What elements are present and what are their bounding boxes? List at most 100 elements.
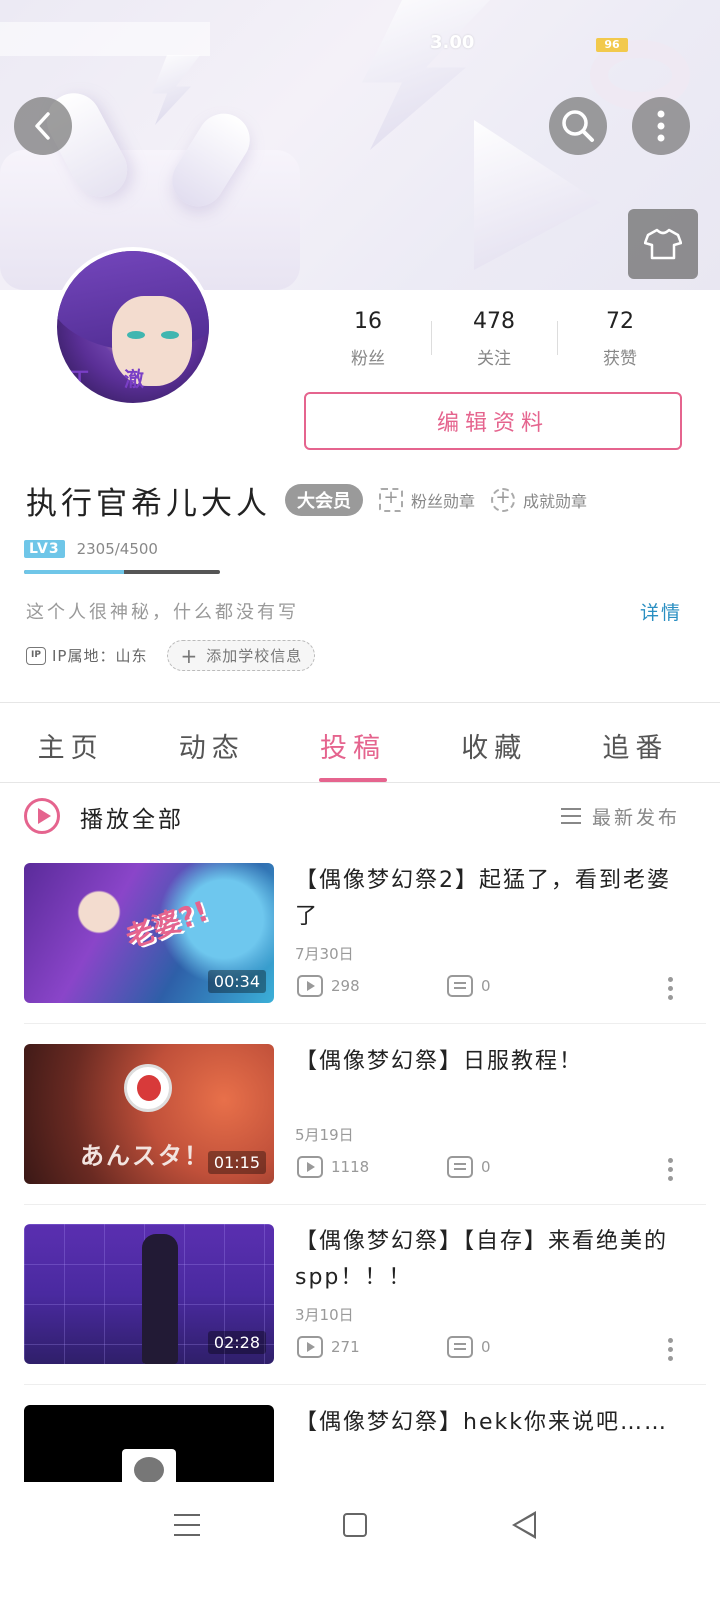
video-views: 1118 (297, 1156, 369, 1178)
comment-count: 0 (481, 1338, 491, 1356)
level-badge: LV3 (24, 540, 65, 558)
more-vertical-icon (657, 110, 665, 142)
video-date: 5月19日 (295, 1126, 354, 1144)
tab-uploads[interactable]: 投稿 (282, 704, 423, 782)
profile-banner: 3.00 96 (0, 0, 720, 290)
video-thumbnail[interactable]: 02:28 (24, 1224, 274, 1364)
video-duration: 00:34 (207, 970, 266, 993)
view-count: 298 (331, 977, 360, 995)
play-all-icon[interactable] (24, 798, 60, 834)
divider (0, 782, 720, 783)
stat-label: 粉丝 (351, 349, 385, 369)
avatar-watermark: 丁 澈 宝 (69, 367, 158, 403)
theme-button[interactable] (628, 209, 698, 279)
avatar-eye (161, 331, 179, 339)
more-vertical-icon[interactable] (666, 1158, 674, 1184)
back-triangle-icon[interactable] (512, 1511, 536, 1539)
stat-value: 478 (473, 309, 515, 334)
play-all-button[interactable]: 播放全部 (80, 800, 184, 834)
video-date: 3月10日 (295, 1306, 354, 1324)
search-button[interactable] (549, 97, 607, 155)
view-count: 1118 (331, 1158, 370, 1176)
tab-favorites[interactable]: 收藏 (424, 704, 565, 782)
back-button[interactable] (14, 97, 72, 155)
tshirt-icon (644, 228, 682, 260)
comment-icon (447, 975, 473, 997)
play-count-icon (297, 1156, 323, 1178)
stat-label: 关注 (477, 349, 511, 369)
video-duration: 02:28 (207, 1331, 266, 1354)
detail-link[interactable]: 详情 (640, 598, 682, 625)
network-speed: 3.00 (430, 32, 475, 53)
video-item[interactable]: 02:28 【偶像梦幻祭】【自存】来看绝美的spp！！！ 3月10日 271 0 (0, 1224, 706, 1404)
tab-dynamics[interactable]: 动态 (141, 704, 282, 782)
avatar-eye (127, 331, 145, 339)
add-achievement-icon (491, 487, 516, 512)
divider (0, 702, 720, 703)
fan-medal-button[interactable]: 粉丝勋章 (379, 487, 476, 512)
thumbnail-figure (142, 1234, 178, 1364)
play-count-icon (297, 975, 323, 997)
video-thumbnail[interactable] (24, 1405, 274, 1482)
divider (24, 1023, 706, 1024)
video-thumbnail[interactable]: あんスタ！ 01:15 (24, 1044, 274, 1184)
tab-home[interactable]: 主页 (0, 704, 141, 782)
exp-text: 2305/4500 (76, 540, 158, 558)
fan-medal-label: 粉丝勋章 (411, 492, 476, 511)
sort-icon[interactable] (561, 808, 581, 824)
more-vertical-icon[interactable] (666, 1338, 674, 1364)
chevron-left-icon (35, 112, 50, 140)
stat-label: 获赞 (603, 349, 637, 369)
play-count-icon (297, 1336, 323, 1358)
stat-likes[interactable]: 72 获赞 (557, 305, 683, 380)
video-title[interactable]: 【偶像梦幻祭】日服教程！ (295, 1044, 690, 1080)
search-icon (562, 110, 594, 142)
battery-indicator: 96 (596, 38, 628, 52)
divider (24, 1384, 706, 1385)
comment-icon (447, 1336, 473, 1358)
stat-value: 72 (606, 309, 634, 334)
video-views: 271 (297, 1336, 360, 1358)
add-school-button[interactable]: + 添加学校信息 (167, 640, 316, 671)
bio-text: 这个人很神秘，什么都没有写 (26, 602, 299, 623)
video-comments: 0 (447, 1156, 491, 1178)
more-button[interactable] (632, 97, 690, 155)
plus-icon: + (180, 643, 199, 668)
video-title[interactable]: 【偶像梦幻祭2】起猛了，看到老婆了 (295, 863, 690, 935)
stat-fans[interactable]: 16 粉丝 (305, 305, 431, 380)
edit-profile-button[interactable]: 编辑资料 (304, 392, 682, 450)
banner-decoration (152, 55, 200, 125)
home-square-icon[interactable] (343, 1513, 367, 1537)
profile-stats: 16 粉丝 478 关注 72 获赞 (305, 305, 683, 380)
avatar[interactable]: 丁 澈 宝 (53, 247, 213, 407)
banner-decoration (362, 0, 490, 150)
level-row[interactable]: LV3 2305/4500 (24, 540, 158, 558)
view-count: 271 (331, 1338, 360, 1356)
video-item[interactable]: あんスタ！ 01:15 【偶像梦幻祭】日服教程！ 5月19日 1118 0 (0, 1044, 706, 1224)
video-list: 老婆?! 00:34 【偶像梦幻祭2】起猛了，看到老婆了 7月30日 298 0… (0, 860, 720, 1482)
video-item[interactable]: 老婆?! 00:34 【偶像梦幻祭2】起猛了，看到老婆了 7月30日 298 0 (0, 863, 706, 1043)
system-nav-bar (0, 1482, 720, 1600)
video-thumbnail[interactable]: 老婆?! 00:34 (24, 863, 274, 1003)
sort-button[interactable]: 最新发布 (592, 803, 680, 830)
menu-icon[interactable] (174, 1514, 200, 1536)
more-vertical-icon[interactable] (666, 977, 674, 1003)
achievement-label: 成就勋章 (523, 492, 588, 511)
username: 执行官希儿大人 (26, 485, 271, 522)
vip-badge[interactable]: 大会员 (285, 484, 363, 516)
video-title[interactable]: 【偶像梦幻祭】hekk你来说吧…… (295, 1405, 690, 1441)
video-comments: 0 (447, 1336, 491, 1358)
video-item[interactable]: 【偶像梦幻祭】hekk你来说吧…… (0, 1405, 706, 1482)
video-comments: 0 (447, 975, 491, 997)
video-date: 7月30日 (295, 945, 354, 963)
ip-icon: IP (26, 646, 46, 665)
thumbnail-sticker: 老婆?! (121, 894, 213, 955)
profile-tabs: 主页 动态 投稿 收藏 追番 (0, 704, 706, 782)
achievement-medal-button[interactable]: 成就勋章 (491, 487, 588, 512)
tab-bangumi[interactable]: 追番 (565, 704, 706, 782)
level-progress-bar (24, 570, 220, 574)
meme-face-icon (122, 1449, 176, 1482)
stat-following[interactable]: 478 关注 (431, 305, 557, 380)
video-title[interactable]: 【偶像梦幻祭】【自存】来看绝美的spp！！！ (295, 1224, 690, 1296)
comment-count: 0 (481, 1158, 491, 1176)
